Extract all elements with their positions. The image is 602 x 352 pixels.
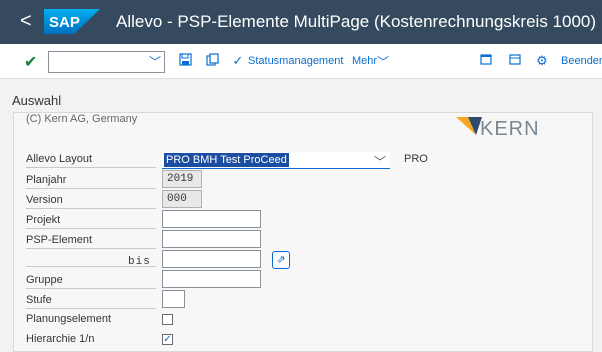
chevron-down-icon[interactable]: ﹀ [374,153,386,170]
multiple-selection-icon[interactable]: ⇗ [272,251,290,269]
shell-header: < SAP Allevo - PSP-Elemente MultiPage (K… [0,0,602,44]
layout-label: Allevo Layout [26,150,156,168]
check-icon[interactable]: ✔ [24,52,37,72]
application-toolbar: ✔ ﹀ ✓ Statusmanagement Mehr ﹀ ⚙ Beenden [0,44,602,79]
bis-underline [26,266,156,267]
version-field: 000 [162,190,202,208]
psp-to-input[interactable] [162,250,261,268]
status-icon[interactable]: ✓ [230,53,246,69]
gruppe-label: Gruppe [26,271,156,289]
psp-label: PSP-Element [26,231,156,249]
projekt-label: Projekt [26,211,156,229]
layout-select[interactable]: PRO BMH Test ProCeed ﹀ [162,152,390,169]
svg-text:SAP: SAP [49,14,80,31]
window-title: Allevo - PSP-Elemente MultiPage (Kostenr… [116,12,597,31]
planungselement-checkbox[interactable] [162,314,173,325]
status-management-button[interactable]: Statusmanagement [248,55,343,67]
gruppe-input[interactable] [162,270,261,288]
more-button[interactable]: Mehr [352,55,377,67]
kern-logo-text: KERN [480,118,540,140]
new-window-icon[interactable] [478,53,494,69]
layout-icon[interactable] [507,53,523,69]
kern-logo: KERN [456,115,546,141]
psp-input[interactable] [162,230,261,248]
exit-button[interactable]: Beenden [561,55,602,67]
layout-value: PRO BMH Test ProCeed [164,153,289,167]
layout-suffix: PRO [404,153,428,165]
command-field[interactable]: ﹀ [48,51,165,73]
planjahr-field: 2019 [162,170,202,188]
stufe-label: Stufe [26,291,156,309]
planungselement-label: Planungselement [26,313,112,325]
copy-icon[interactable] [204,53,220,69]
save-icon[interactable] [177,53,193,69]
projekt-input[interactable] [162,210,261,228]
copyright-text: (C) Kern AG, Germany [26,113,138,125]
settings-icon[interactable]: ⚙ [534,53,550,69]
version-label: Version [26,191,156,209]
planjahr-label: Planjahr [26,171,156,189]
stufe-input[interactable] [162,290,185,308]
section-title: Auswahl [12,93,62,108]
sap-logo: SAP [44,9,100,34]
back-icon[interactable]: < [20,10,32,33]
hierarchie-label: Hierarchie 1/n [26,333,95,345]
chevron-down-icon[interactable]: ﹀ [149,53,161,70]
hierarchie-checkbox[interactable]: ✓ [162,334,173,345]
chevron-down-icon[interactable]: ﹀ [377,53,389,70]
